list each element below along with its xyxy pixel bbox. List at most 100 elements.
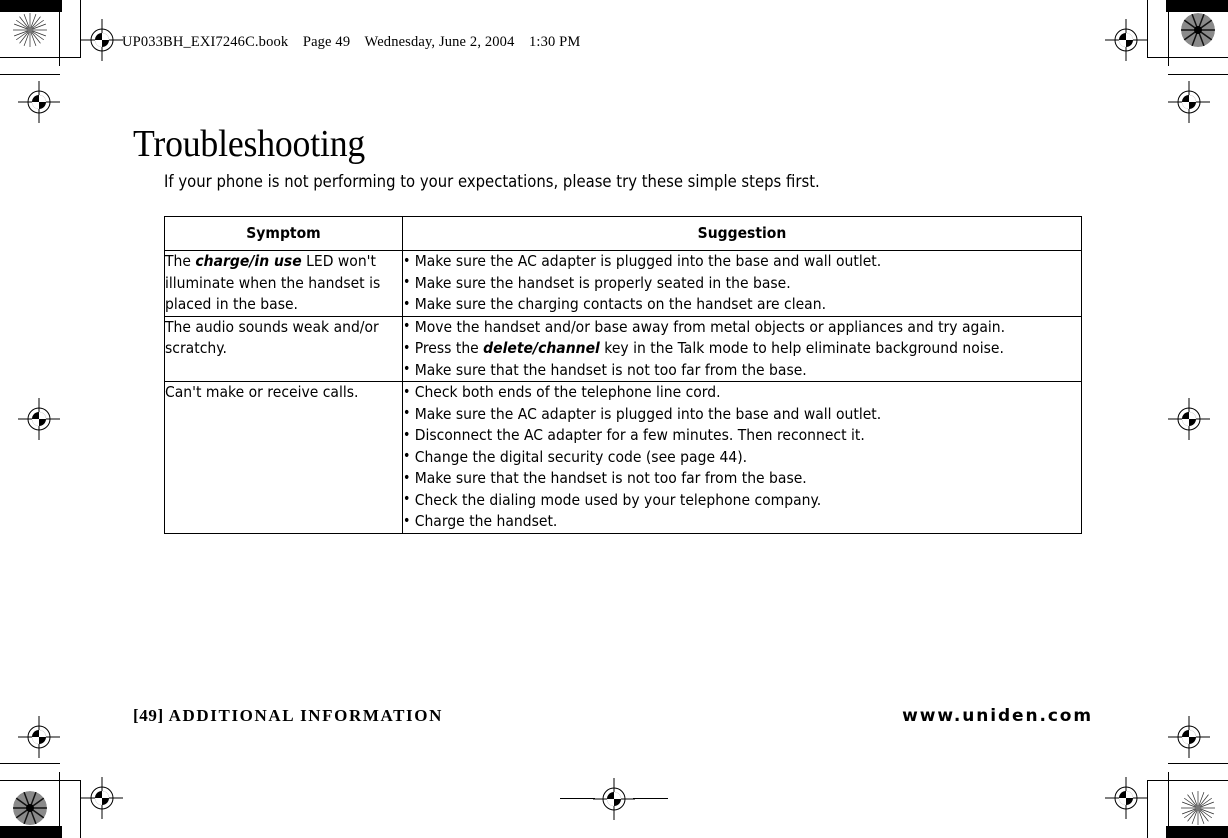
black-trim-bar-top-left bbox=[0, 0, 62, 12]
column-header-suggestion: Suggestion bbox=[402, 216, 1082, 251]
column-header-suggestion-label: Suggestion bbox=[697, 224, 787, 242]
star-target-top-right bbox=[1181, 13, 1215, 47]
registration-mark-bottom-left bbox=[18, 716, 60, 758]
header-time: 1:30 PM bbox=[529, 34, 581, 50]
book-file-header: UP033BH_EXI7246C.book Page 49 Wednesday,… bbox=[122, 34, 580, 51]
suggestion-cell-wrap: Make sure the AC adapter is plugged into… bbox=[403, 251, 1082, 315]
troubleshooting-table: Symptom Suggestion The charge/in use LED… bbox=[164, 216, 1082, 534]
crop-mark-vertical-bottom-left-inner bbox=[80, 780, 81, 838]
trim-rule-bottom-right-of-center bbox=[633, 798, 668, 799]
list-item: Move the handset and/or base away from m… bbox=[403, 316, 1082, 338]
list-item: Check both ends of the telephone line co… bbox=[403, 382, 1082, 403]
table-row: The audio sounds weak and/or scratchy. M… bbox=[164, 315, 1082, 382]
symptom-emphasis: charge/in use bbox=[195, 252, 302, 270]
column-header-symptom-label: Symptom bbox=[246, 224, 321, 242]
registration-mark-right-middle bbox=[1168, 398, 1210, 440]
symptom-text: Can't make or receive calls. bbox=[165, 382, 402, 404]
table-row: The charge/in use LED won't illuminate w… bbox=[164, 250, 1082, 317]
registration-mark-bottom-center bbox=[593, 778, 635, 820]
list-item-prefix: Press the bbox=[414, 339, 484, 357]
list-item-suffix: key in the Talk mode to help eliminate b… bbox=[599, 339, 1004, 357]
crop-mark-horizontal-bottom-right-outer bbox=[1147, 780, 1228, 781]
suggestion-cell-wrap: Move the handset and/or base away from m… bbox=[403, 316, 1082, 381]
crop-mark-vertical-top-left-outer bbox=[59, 0, 60, 66]
list-item: Disconnect the AC adapter for a few minu… bbox=[403, 425, 1082, 446]
symptom-text: The charge/in use LED won't illuminate w… bbox=[165, 251, 402, 316]
footer-section: ADDITIONAL INFORMATION bbox=[168, 706, 443, 725]
header-filename: UP033BH_EXI7246C.book bbox=[122, 34, 289, 50]
black-trim-bar-top-right bbox=[1166, 0, 1228, 12]
symptom-cell-wrap: The charge/in use LED won't illuminate w… bbox=[165, 251, 402, 316]
list-item-text: Make sure that the handset is not too fa… bbox=[414, 360, 807, 379]
list-item: Make sure the charging contacts on the h… bbox=[403, 294, 1082, 315]
crop-mark-horizontal-top-left-inner bbox=[0, 74, 60, 75]
star-target-top-left bbox=[13, 13, 47, 47]
list-item: Change the digital security code (see pa… bbox=[403, 446, 1082, 468]
crop-mark-horizontal-bottom-left-inner bbox=[0, 763, 60, 764]
footer-page-number: [49] bbox=[133, 706, 164, 725]
crop-mark-horizontal-top-right-inner bbox=[1168, 74, 1228, 75]
crop-mark-vertical-top-right-inner bbox=[1147, 0, 1148, 58]
star-target-bottom-right bbox=[1181, 791, 1215, 825]
symptom-cell: The charge/in use LED won't illuminate w… bbox=[164, 250, 403, 317]
symptom-prefix: The bbox=[165, 252, 196, 270]
suggestion-list: Move the handset and/or base away from m… bbox=[403, 316, 1082, 381]
list-item-text: Check both ends of the telephone line co… bbox=[414, 383, 721, 401]
registration-mark-bottom-center-left bbox=[81, 777, 123, 819]
registration-mark-top-center-left bbox=[81, 19, 123, 61]
registration-mark-bottom-right bbox=[1168, 716, 1210, 758]
list-item-text: Disconnect the AC adapter for a few minu… bbox=[414, 426, 865, 444]
crop-mark-vertical-top-right-outer bbox=[1168, 0, 1169, 66]
suggestion-list: Make sure the AC adapter is plugged into… bbox=[403, 251, 1082, 315]
list-item: Make sure the AC adapter is plugged into… bbox=[403, 403, 1082, 425]
list-item-text: Check the dialing mode used by your tele… bbox=[414, 490, 822, 509]
list-item: Make sure that the handset is not too fa… bbox=[403, 359, 1082, 381]
list-item: Press the delete/channel key in the Talk… bbox=[403, 338, 1082, 359]
suggestion-cell-wrap: Check both ends of the telephone line co… bbox=[403, 382, 1082, 532]
symptom-prefix: Can't make or receive calls. bbox=[165, 383, 359, 401]
symptom-cell: Can't make or receive calls. bbox=[164, 381, 403, 534]
registration-mark-top-left bbox=[18, 81, 60, 123]
table-head: Symptom Suggestion bbox=[164, 216, 1082, 251]
list-item-emphasis: delete/channel bbox=[483, 339, 600, 357]
crop-mark-vertical-bottom-right-inner bbox=[1147, 780, 1148, 838]
footer-left: [49] ADDITIONAL INFORMATION bbox=[133, 706, 443, 726]
registration-mark-top-center-right bbox=[1105, 19, 1147, 61]
list-item-text: Move the handset and/or base away from m… bbox=[414, 317, 1006, 336]
list-item-text: Make sure that the handset is not too fa… bbox=[414, 469, 807, 487]
crop-mark-horizontal-top-left-outer bbox=[0, 57, 81, 58]
registration-mark-top-right bbox=[1168, 81, 1210, 123]
list-item: Check the dialing mode used by your tele… bbox=[403, 489, 1082, 511]
list-item: Charge the handset. bbox=[403, 511, 1082, 532]
table-row: Can't make or receive calls. Check both … bbox=[164, 381, 1082, 534]
symptom-cell-wrap: The audio sounds weak and/or scratchy. bbox=[165, 317, 402, 360]
suggestion-cell: Check both ends of the telephone line co… bbox=[402, 381, 1082, 534]
column-header-symptom: Symptom bbox=[164, 216, 403, 251]
symptom-cell-wrap: Can't make or receive calls. bbox=[165, 382, 402, 404]
symptom-cell: The audio sounds weak and/or scratchy. bbox=[164, 315, 403, 382]
header-date: Wednesday, June 2, 2004 bbox=[364, 34, 515, 50]
table-header-row: Symptom Suggestion bbox=[164, 216, 1082, 251]
symptom-text: The audio sounds weak and/or scratchy. bbox=[165, 317, 402, 360]
list-item-text: Change the digital security code (see pa… bbox=[414, 447, 748, 466]
black-trim-bar-bottom-right bbox=[1166, 826, 1228, 838]
list-item: Make sure the handset is properly seated… bbox=[403, 272, 1082, 294]
footer-website: www.uniden.com bbox=[902, 706, 1093, 726]
crop-mark-vertical-top-left-inner bbox=[80, 0, 81, 58]
intro-paragraph: If your phone is not performing to your … bbox=[164, 172, 820, 191]
list-item-text: Make sure the charging contacts on the h… bbox=[414, 295, 827, 313]
list-item: Make sure the AC adapter is plugged into… bbox=[403, 251, 1082, 272]
star-target-bottom-left bbox=[13, 791, 47, 825]
crop-mark-horizontal-bottom-left-outer bbox=[0, 780, 81, 781]
black-trim-bar-bottom-left bbox=[0, 826, 62, 838]
crop-mark-vertical-bottom-left-outer bbox=[59, 772, 60, 838]
table-body: The charge/in use LED won't illuminate w… bbox=[164, 250, 1082, 534]
page-title: Troubleshooting bbox=[133, 123, 366, 165]
suggestion-list: Check both ends of the telephone line co… bbox=[403, 382, 1082, 532]
header-page-label: Page 49 bbox=[302, 34, 351, 50]
list-item-text: Make sure the AC adapter is plugged into… bbox=[414, 252, 882, 270]
crop-mark-horizontal-top-right-outer bbox=[1147, 57, 1228, 58]
crop-mark-vertical-bottom-right-outer bbox=[1168, 772, 1169, 838]
symptom-prefix: The audio sounds weak and/or scratchy. bbox=[165, 317, 379, 358]
registration-mark-left-middle bbox=[18, 398, 60, 440]
